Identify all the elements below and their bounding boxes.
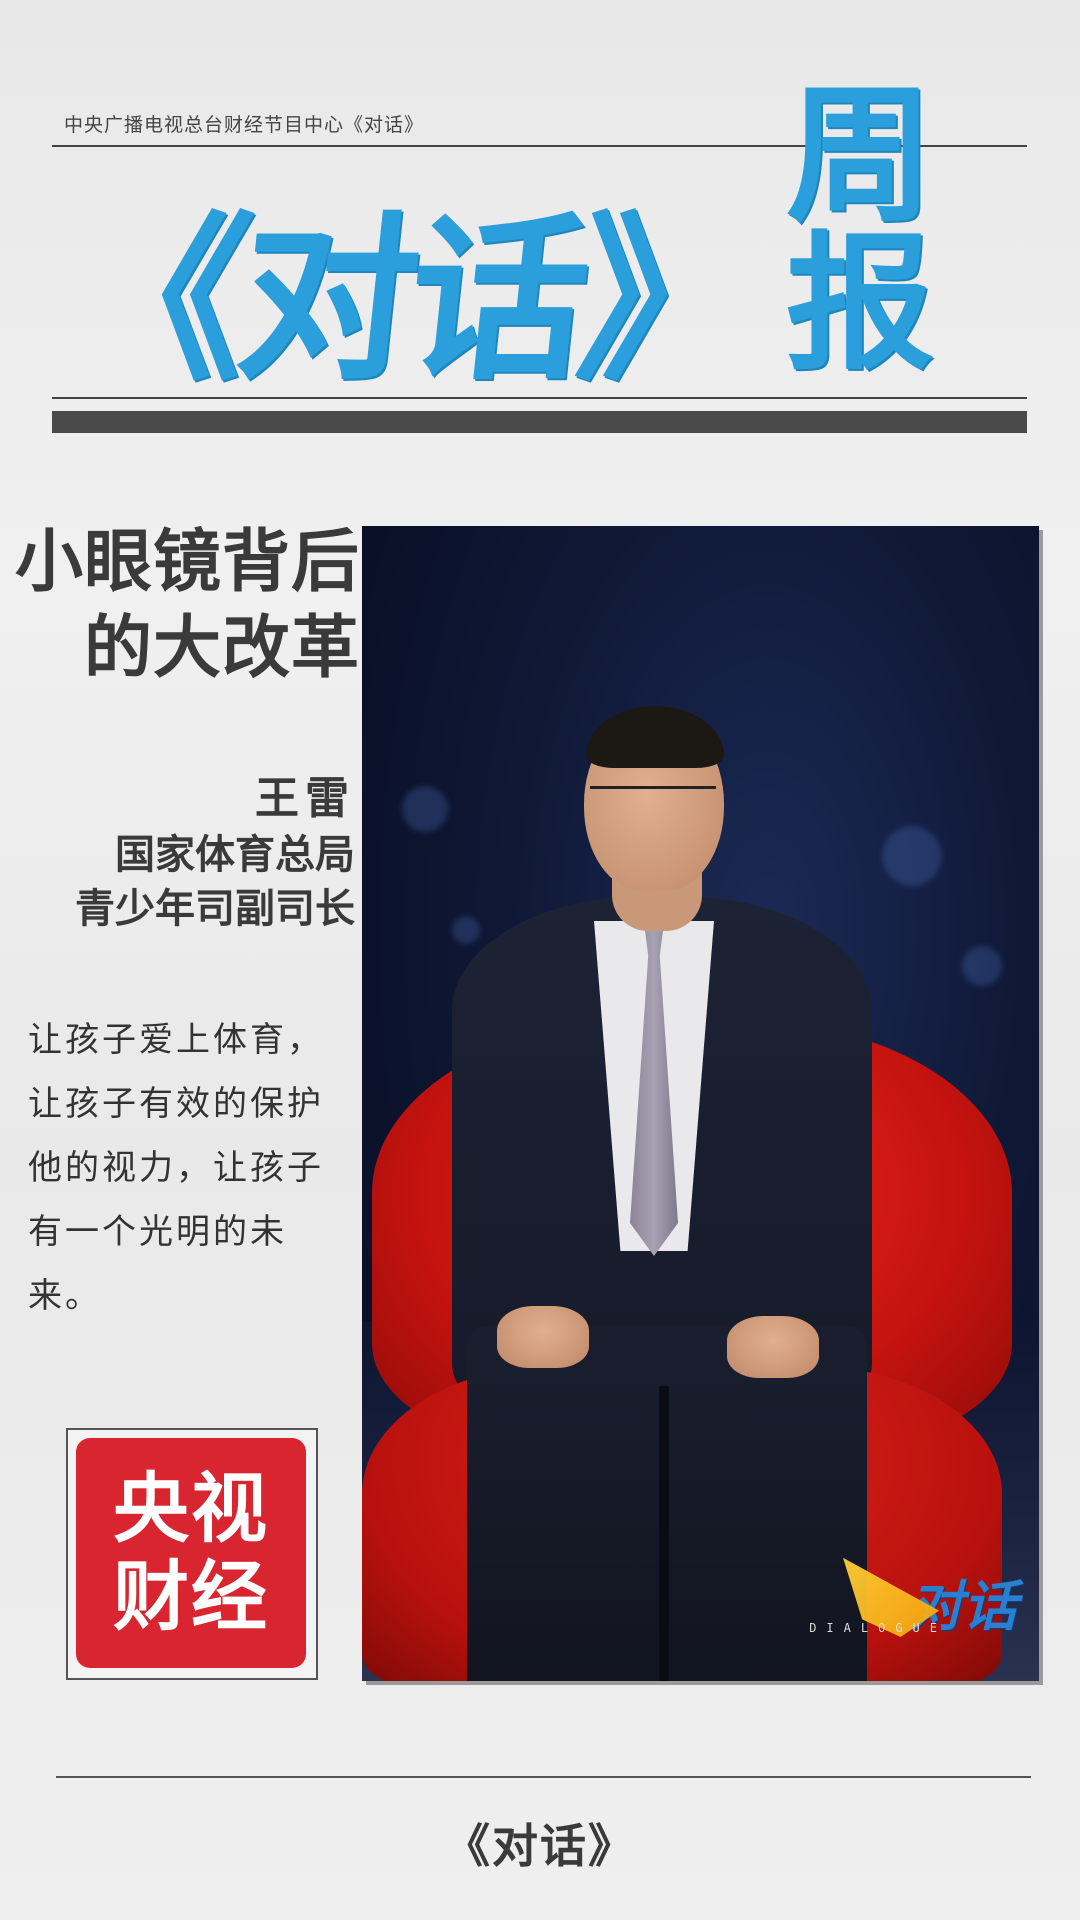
watermark-subtext: DIALOGUE: [809, 1621, 947, 1635]
masthead-subtitle: 周报: [785, 70, 934, 390]
heavy-rule-bar: [52, 411, 1027, 433]
footer-title: 《对话》: [444, 1819, 636, 1873]
masthead-title: 《对话》: [59, 197, 761, 404]
hair: [586, 706, 724, 768]
bokeh-light: [882, 826, 942, 886]
footer-rule: [56, 1776, 1031, 1778]
middle-rule: [52, 397, 1027, 399]
headline-line-2: 的大改革: [83, 609, 360, 688]
bokeh-light: [402, 786, 448, 832]
guest-quote: 让孩子爱上体育，让孩子有效的保护他的视力，让孩子有一个光明的未来。: [28, 1020, 324, 1316]
guest-title-line-1: 国家体育总局: [115, 832, 355, 878]
masthead: 《对话》 周报: [59, 82, 1080, 404]
guest-name: 王雷: [255, 773, 355, 824]
cctv-finance-logo: 央视 财经: [76, 1438, 306, 1668]
logo-line-2: 财经: [113, 1552, 269, 1641]
bokeh-light: [962, 946, 1002, 986]
program-caption: 中央广播电视总台财经节目中心《对话》: [64, 114, 425, 136]
right-hand: [727, 1316, 819, 1378]
guest-title-line-2: 青少年司副司长: [75, 886, 355, 932]
bokeh-light: [452, 916, 480, 944]
headline-line-1: 小眼镜背后: [14, 523, 360, 602]
logo-line-1: 央视: [113, 1464, 269, 1553]
guest-info: 王雷 国家体育总局 青少年司副司长: [15, 770, 355, 936]
guest-photo: 对话 DIALOGUE: [362, 526, 1039, 1681]
left-hand: [497, 1306, 589, 1368]
article-headline: 小眼镜背后 的大改革: [0, 520, 360, 692]
glasses-icon: [590, 786, 716, 811]
trouser-gap: [659, 1386, 669, 1681]
